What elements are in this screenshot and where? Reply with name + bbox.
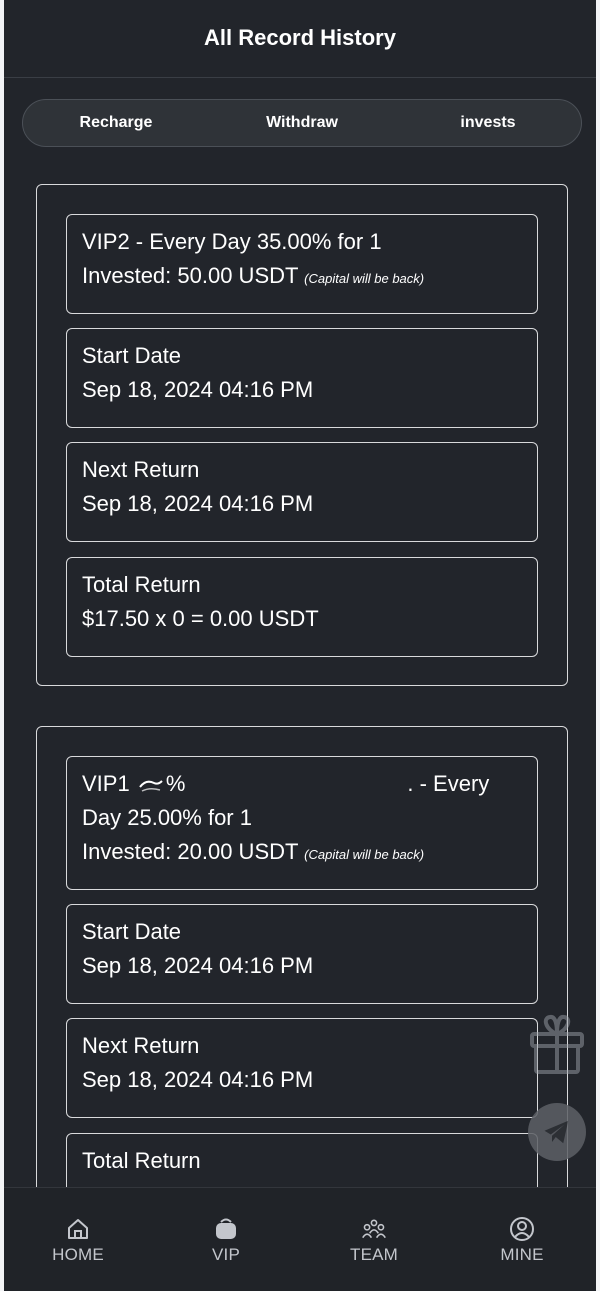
plan-title: VIP1 % . - Every bbox=[82, 767, 522, 801]
next-return-label: Next Return bbox=[82, 1033, 200, 1058]
redacted-area bbox=[185, 775, 407, 795]
nav-mine-label: MINE bbox=[500, 1245, 544, 1264]
nav-vip[interactable]: VIP bbox=[152, 1188, 300, 1291]
gift-icon bbox=[530, 1015, 584, 1074]
gift-button[interactable] bbox=[526, 1012, 588, 1076]
basket-icon bbox=[216, 1218, 236, 1239]
start-date-value: Sep 18, 2024 04:16 PM bbox=[82, 377, 314, 402]
redacted-mark bbox=[139, 780, 163, 792]
start-date-value: Sep 18, 2024 04:16 PM bbox=[82, 953, 314, 978]
total-return-label: Total Return bbox=[82, 1148, 201, 1173]
total-return-value: $17.50 x 0 = 0.00 USDT bbox=[82, 606, 319, 631]
home-icon bbox=[68, 1219, 88, 1239]
nav-vip-label: VIP bbox=[211, 1245, 240, 1264]
start-date-card: Start Date Sep 18, 2024 04:16 PM bbox=[66, 904, 538, 1004]
capital-note: (Capital will be back) bbox=[304, 271, 425, 286]
plan-title-prefix: VIP1 bbox=[82, 771, 136, 796]
next-return-card: Next Return Sep 18, 2024 04:16 PM bbox=[66, 1018, 538, 1118]
page-header: All Record History bbox=[4, 0, 596, 78]
plan-title-suffix: . - Every bbox=[407, 771, 490, 796]
invested-line: Invested: 20.00 USDT (Capital will be ba… bbox=[82, 835, 522, 872]
record-tabs: Recharge Withdraw invests bbox=[22, 99, 582, 147]
investment-record: VIP1 % . - Every Day 25.00% for 1 Investe… bbox=[36, 726, 568, 1187]
plan-title-partial: % bbox=[165, 771, 186, 796]
invested-line: Invested: 50.00 USDT (Capital will be ba… bbox=[82, 259, 522, 296]
next-return-value: Sep 18, 2024 04:16 PM bbox=[82, 491, 314, 516]
start-date-label: Start Date bbox=[82, 343, 182, 368]
telegram-icon bbox=[544, 1120, 569, 1144]
tab-recharge[interactable]: Recharge bbox=[23, 114, 209, 132]
invested-amount: Invested: 50.00 USDT bbox=[82, 263, 299, 288]
bottom-nav: HOME VIP TEAM MINE bbox=[4, 1187, 596, 1291]
plan-title: VIP2 - Every Day 35.00% for 1 bbox=[82, 229, 382, 254]
capital-note: (Capital will be back) bbox=[304, 847, 425, 862]
next-return-label: Next Return bbox=[82, 457, 200, 482]
next-return-value: Sep 18, 2024 04:16 PM bbox=[82, 1067, 314, 1092]
start-date-card: Start Date Sep 18, 2024 04:16 PM bbox=[66, 328, 538, 428]
tab-invests[interactable]: invests bbox=[395, 114, 581, 132]
nav-team-label: TEAM bbox=[349, 1245, 399, 1264]
nav-team[interactable]: TEAM bbox=[300, 1188, 448, 1291]
nav-home-label: HOME bbox=[52, 1245, 104, 1264]
start-date-label: Start Date bbox=[82, 919, 182, 944]
plan-title-line2: Day 25.00% for 1 bbox=[82, 805, 252, 830]
plan-card: VIP2 - Every Day 35.00% for 1 Invested: … bbox=[66, 214, 538, 314]
team-icon bbox=[362, 1219, 386, 1239]
total-return-card: Total Return bbox=[66, 1133, 538, 1187]
next-return-card: Next Return Sep 18, 2024 04:16 PM bbox=[66, 442, 538, 542]
investment-record: VIP2 - Every Day 35.00% for 1 Invested: … bbox=[36, 184, 568, 686]
page-title: All Record History bbox=[204, 24, 396, 50]
tab-withdraw[interactable]: Withdraw bbox=[209, 114, 395, 132]
plan-card: VIP1 % . - Every Day 25.00% for 1 Investe… bbox=[66, 756, 538, 890]
total-return-card: Total Return $17.50 x 0 = 0.00 USDT bbox=[66, 557, 538, 657]
nav-mine[interactable]: MINE bbox=[448, 1188, 596, 1291]
app-screen: All Record History Recharge Withdraw inv… bbox=[4, 0, 596, 1291]
user-icon bbox=[510, 1217, 534, 1241]
nav-home[interactable]: HOME bbox=[4, 1188, 152, 1291]
total-return-label: Total Return bbox=[82, 572, 201, 597]
records-list[interactable]: VIP2 - Every Day 35.00% for 1 Invested: … bbox=[4, 146, 596, 1187]
invested-amount: Invested: 20.00 USDT bbox=[82, 839, 299, 864]
telegram-button[interactable] bbox=[528, 1103, 586, 1161]
